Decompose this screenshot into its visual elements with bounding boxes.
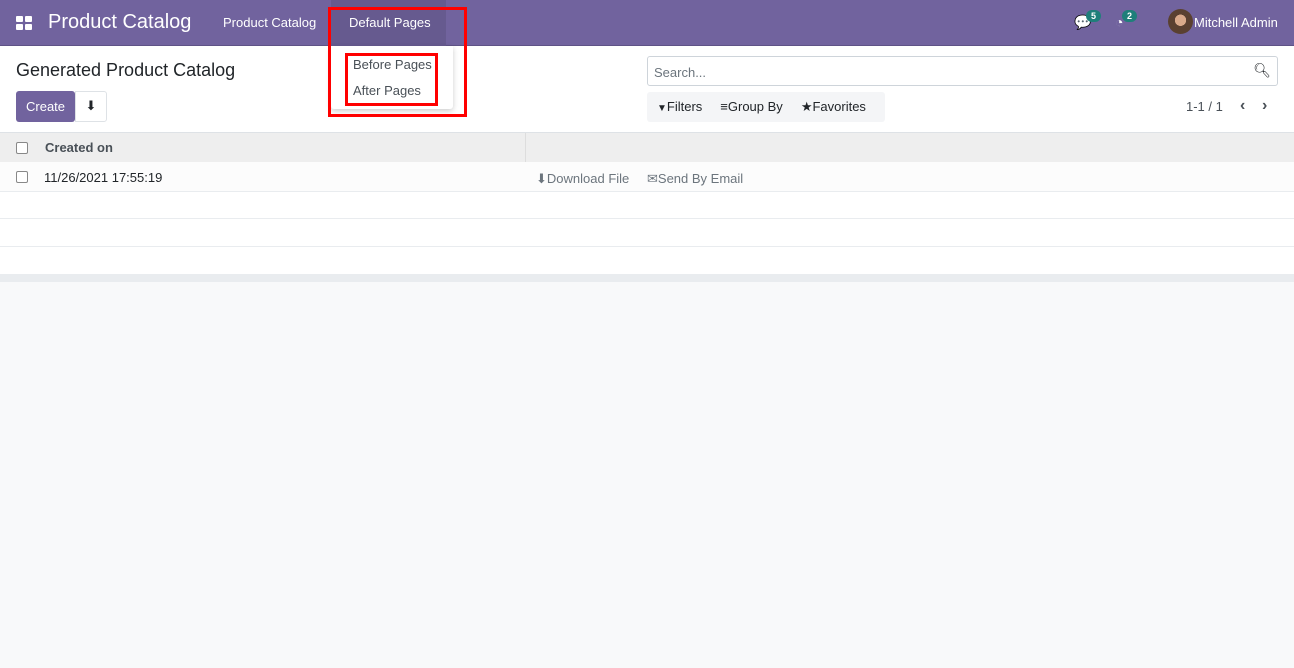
filters-label: Filters xyxy=(666,99,703,114)
app-brand[interactable]: Product Catalog xyxy=(48,11,191,34)
highlight-box-items xyxy=(345,53,438,106)
pager-value[interactable]: 1-1 / 1 xyxy=(1186,99,1223,114)
table-header: Created on xyxy=(0,132,1294,163)
download-file-button[interactable]: ⬇Download File xyxy=(536,171,629,187)
column-created-on[interactable]: Created on xyxy=(45,140,113,155)
row-checkbox[interactable] xyxy=(16,171,28,183)
star-icon: ★ xyxy=(800,99,813,114)
table-row[interactable]: 11/26/2021 17:55:19 ⬇Download File ✉Send… xyxy=(0,162,1294,192)
list-icon: ≡ xyxy=(720,99,728,114)
search-options: ▼Filters ≡Group By ★Favorites xyxy=(647,92,885,122)
control-panel: Generated Product Catalog Create ⬇ Searc… xyxy=(0,46,1294,282)
envelope-icon: ✉ xyxy=(647,171,658,186)
search-placeholder: Search... xyxy=(654,65,707,80)
favorites-label: Favorites xyxy=(812,99,866,114)
chevron-right-icon[interactable]: › xyxy=(1262,97,1267,115)
apps-menu-icon[interactable] xyxy=(16,16,32,30)
avatar[interactable] xyxy=(1168,9,1193,34)
empty-row xyxy=(0,247,1294,275)
messages-badge: 5 xyxy=(1086,10,1102,22)
created-on-cell: 11/26/2021 17:55:19 xyxy=(44,170,163,185)
create-button[interactable]: Create xyxy=(16,91,75,122)
page-title: Generated Product Catalog xyxy=(16,60,236,80)
empty-row xyxy=(0,219,1294,247)
user-menu[interactable]: Mitchell Admin xyxy=(1194,15,1278,30)
activities-badge: 2 xyxy=(1122,10,1138,22)
filter-icon: ▼ xyxy=(657,103,667,114)
column-separator xyxy=(525,133,526,163)
table-footer xyxy=(0,275,1294,282)
menu-product-catalog[interactable]: Product Catalog xyxy=(223,15,316,30)
empty-row xyxy=(0,192,1294,219)
download-icon: ⬇ xyxy=(536,171,547,186)
group-by-button[interactable]: ≡Group By xyxy=(720,99,783,115)
select-all-checkbox[interactable] xyxy=(16,142,28,154)
search-input[interactable]: Search... 🔍︎ xyxy=(647,56,1278,86)
filters-button[interactable]: ▼Filters xyxy=(657,99,702,115)
send-by-email-button[interactable]: ✉Send By Email xyxy=(647,171,743,187)
send-by-email-label: Send By Email xyxy=(657,171,744,186)
download-file-label: Download File xyxy=(546,171,630,186)
top-navbar: Product Catalog Product Catalog Default … xyxy=(0,0,1294,46)
group-by-label: Group By xyxy=(727,99,783,114)
download-icon[interactable]: ⬇ xyxy=(75,91,107,122)
chevron-left-icon[interactable]: ‹ xyxy=(1240,97,1245,115)
search-icon[interactable]: 🔍︎ xyxy=(1253,62,1271,79)
favorites-button[interactable]: ★Favorites xyxy=(801,99,866,115)
